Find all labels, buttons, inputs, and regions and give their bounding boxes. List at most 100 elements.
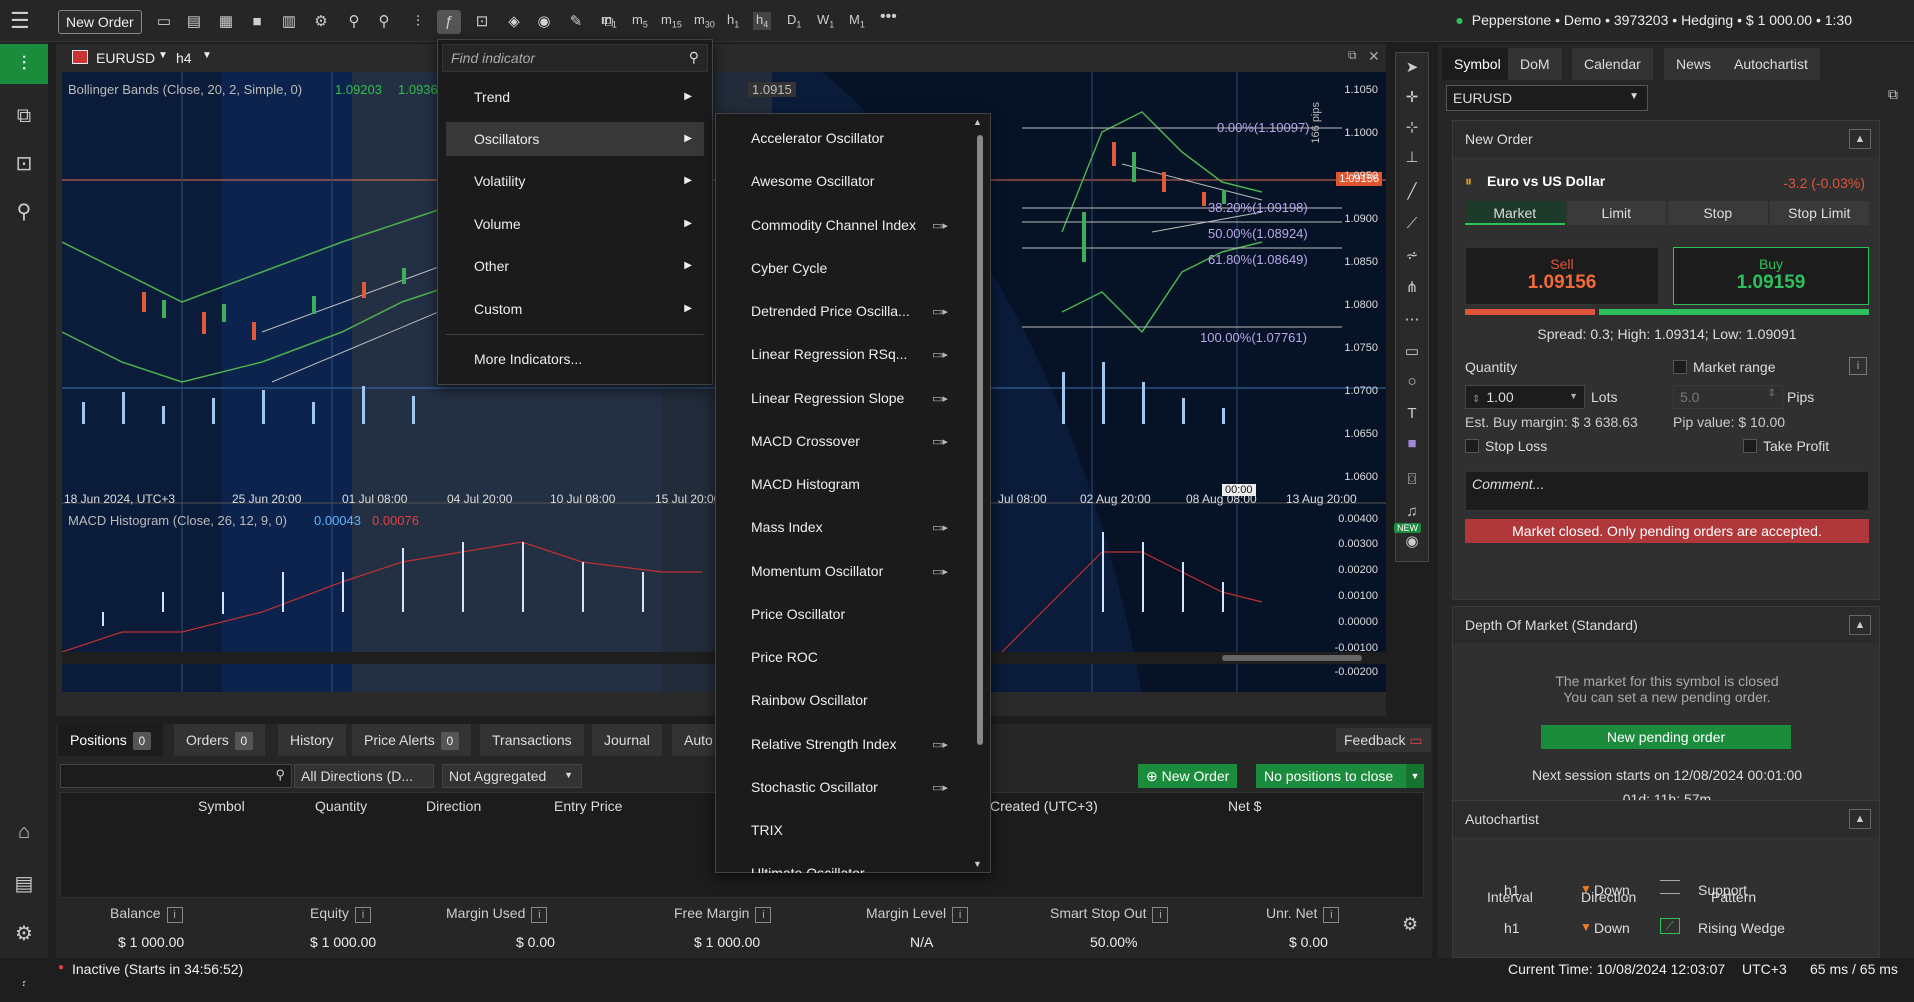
- tf-d1[interactable]: D1: [787, 12, 801, 30]
- info-icon[interactable]: i: [166, 907, 183, 923]
- tab-transactions[interactable]: Transactions: [480, 724, 584, 756]
- eye-icon[interactable]: ◉: [532, 10, 556, 34]
- collapse-icon[interactable]: ▲: [1849, 809, 1871, 829]
- tab-news[interactable]: News: [1664, 48, 1724, 80]
- scroll-up-icon[interactable]: ▲: [973, 117, 982, 127]
- close-icon[interactable]: ✕: [1368, 48, 1380, 65]
- osc-accelerator[interactable]: Accelerator Oscillator: [751, 130, 941, 146]
- collapse-icon[interactable]: ▲: [1849, 615, 1871, 635]
- autochartist-row[interactable]: h1 ▼ Down Support: [1452, 872, 1880, 908]
- gear-icon[interactable]: ⚙: [1402, 914, 1418, 935]
- more-icon[interactable]: •••: [880, 8, 897, 26]
- tab-journal[interactable]: Journal: [592, 724, 662, 756]
- osc-price-oscillator[interactable]: Price Oscillator: [751, 606, 941, 622]
- col-created[interactable]: Created (UTC+3): [990, 798, 1098, 814]
- video-icon[interactable]: ▭▸: [932, 348, 948, 361]
- zoom-in-icon[interactable]: ⚲: [372, 10, 396, 34]
- menu-item-custom[interactable]: Custom ▶: [446, 292, 704, 326]
- pitchfork-icon[interactable]: ⋔: [1396, 273, 1428, 303]
- osc-lin-reg-rsq[interactable]: Linear Regression RSq...: [751, 346, 941, 362]
- cursor-icon[interactable]: ➤: [1396, 53, 1428, 83]
- menu-item-other[interactable]: Other ▶: [446, 249, 704, 283]
- symbol-select[interactable]: EURUSD ▼: [1446, 85, 1648, 111]
- tf-m30[interactable]: m30: [694, 12, 715, 30]
- tf-m1[interactable]: m1: [601, 12, 617, 30]
- tab-price-alerts[interactable]: Price Alerts 0: [352, 724, 471, 756]
- menu-item-volume[interactable]: Volume ▶: [446, 207, 704, 241]
- chart-layout-icon[interactable]: ▭: [152, 10, 176, 34]
- osc-cyber-cycle[interactable]: Cyber Cycle: [751, 260, 941, 276]
- stepper-icon[interactable]: ⇕: [1472, 394, 1480, 405]
- bb-indicator-label[interactable]: Bollinger Bands (Close, 20, 2, Simple, 0…: [68, 82, 302, 97]
- automate-icon[interactable]: ⊡: [0, 144, 48, 184]
- chart-settings-icon[interactable]: ⚙: [309, 10, 333, 34]
- video-icon[interactable]: ▭▸: [932, 781, 948, 794]
- osc-price-roc[interactable]: Price ROC: [751, 649, 941, 665]
- menu-item-volatility[interactable]: Volatility ▶: [446, 164, 704, 198]
- tf-w1[interactable]: W1: [817, 12, 834, 30]
- analyze-icon[interactable]: ⚲: [0, 192, 48, 232]
- chart-link-icon[interactable]: ⧉: [1888, 86, 1898, 103]
- market-range-checkbox[interactable]: [1673, 360, 1687, 374]
- video-icon[interactable]: ▭▸: [932, 219, 948, 232]
- order-tab-stop[interactable]: Stop: [1668, 201, 1768, 225]
- info-icon[interactable]: i: [1152, 907, 1169, 923]
- osc-macd-histogram[interactable]: MACD Histogram: [751, 476, 941, 492]
- search-input[interactable]: ⚲: [60, 764, 292, 788]
- chart-symbol[interactable]: EURUSD: [96, 50, 155, 66]
- video-icon[interactable]: ▭▸: [932, 738, 948, 751]
- col-direction[interactable]: Direction: [426, 798, 481, 814]
- osc-lin-reg-slope[interactable]: Linear Regression Slope: [751, 390, 941, 406]
- info-icon[interactable]: i: [755, 907, 772, 923]
- fib-level-618[interactable]: 61.80%(1.08649): [1208, 252, 1308, 267]
- scroll-down-icon[interactable]: ▼: [973, 859, 982, 869]
- tab-positions[interactable]: Positions 0: [58, 724, 163, 756]
- new-pending-order-button[interactable]: New pending order: [1541, 725, 1791, 749]
- osc-detrended[interactable]: Detrended Price Oscilla...: [751, 303, 941, 319]
- tab-calendar[interactable]: Calendar: [1572, 48, 1653, 80]
- info-icon[interactable]: i: [1323, 907, 1340, 923]
- tab-orders[interactable]: Orders 0: [174, 724, 265, 756]
- chevron-down-icon[interactable]: ▼: [158, 50, 168, 61]
- sell-button[interactable]: Sell 1.09156: [1465, 247, 1659, 305]
- video-icon[interactable]: ▭▸: [932, 392, 948, 405]
- find-indicator-input[interactable]: Find indicator ⚲: [442, 44, 708, 72]
- osc-rsi[interactable]: Relative Strength Index: [751, 736, 941, 752]
- info-icon[interactable]: i: [1849, 357, 1867, 375]
- popout-icon[interactable]: ⧉: [1348, 48, 1357, 63]
- tf-mn1[interactable]: M1: [849, 12, 865, 30]
- info-icon[interactable]: i: [952, 907, 969, 923]
- osc-trix[interactable]: TRIX: [751, 822, 941, 838]
- zoom-out-icon[interactable]: ⚲: [342, 10, 366, 34]
- chevron-down-icon[interactable]: ▼: [1406, 764, 1424, 788]
- osc-stochastic[interactable]: Stochastic Oscillator: [751, 779, 941, 795]
- osc-ultimate[interactable]: Ultimate Oscillator: [751, 865, 941, 873]
- chart-type-icon[interactable]: ⫶: [406, 10, 430, 34]
- order-tab-market[interactable]: Market: [1465, 201, 1565, 225]
- menu-item-more-indicators[interactable]: More Indicators...: [446, 342, 704, 376]
- settings-icon[interactable]: ⚙: [0, 914, 48, 954]
- col-quantity[interactable]: Quantity: [315, 798, 367, 814]
- play-icon[interactable]: ◉: [1396, 527, 1428, 557]
- chart-timeframe[interactable]: h4: [176, 50, 192, 66]
- feedback-button[interactable]: Feedback ▭: [1336, 728, 1431, 752]
- aggregation-select[interactable]: Not Aggregated ▼: [442, 764, 582, 788]
- osc-rainbow[interactable]: Rainbow Oscillator: [751, 692, 941, 708]
- tf-h4[interactable]: h4: [753, 12, 772, 30]
- tf-m15[interactable]: m15: [661, 12, 682, 30]
- collapse-icon[interactable]: ▲: [1849, 129, 1871, 149]
- tab-autochartist[interactable]: Autochartist: [1722, 48, 1820, 80]
- autochartist-row[interactable]: h1 ▼ Down ⟋ Rising Wedge: [1452, 910, 1880, 946]
- market-range-input[interactable]: 5.0 ⇕: [1673, 385, 1783, 409]
- tab-symbol[interactable]: Symbol: [1442, 48, 1513, 80]
- direction-filter[interactable]: All Directions (D...: [294, 764, 434, 788]
- line-icon[interactable]: ╱: [1396, 177, 1428, 207]
- new-order-button[interactable]: New Order: [58, 10, 142, 34]
- fib-level-100[interactable]: 100.00%(1.07761): [1200, 330, 1307, 345]
- menu-item-oscillators[interactable]: Oscillators ▶: [446, 122, 704, 156]
- tf-h1[interactable]: h1: [727, 12, 739, 30]
- osc-macd-crossover[interactable]: MACD Crossover: [751, 433, 941, 449]
- tab-dom[interactable]: DoM: [1508, 48, 1562, 80]
- circle-icon[interactable]: ○: [1396, 367, 1428, 397]
- trade-icon[interactable]: ⫶: [0, 44, 48, 84]
